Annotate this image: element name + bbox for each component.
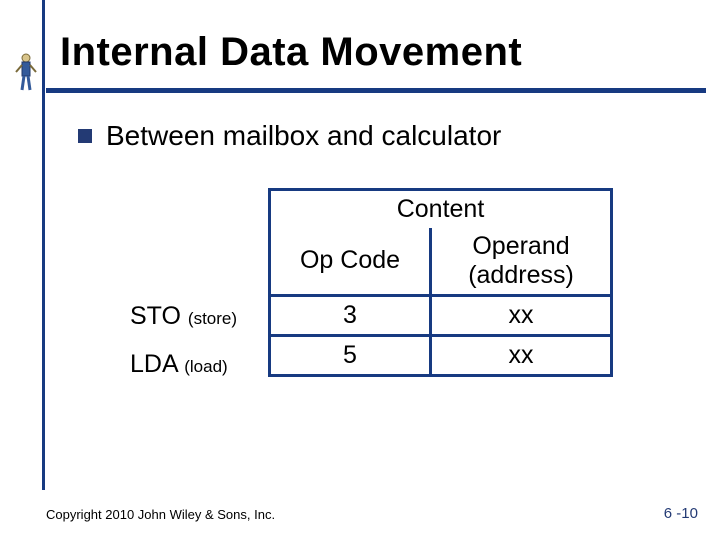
- table-header-content: Content: [270, 190, 612, 229]
- cell-opcode: 3: [270, 295, 431, 335]
- row-label-sto: STO (store): [130, 302, 237, 331]
- mnemonic-sub: (store): [188, 309, 237, 328]
- operand-label-1: Operand: [472, 232, 569, 260]
- table-header-operand: Operand (address): [431, 228, 612, 295]
- little-man-icon: [14, 52, 38, 92]
- cell-operand: xx: [431, 295, 612, 335]
- bullet-item: Between mailbox and calculator: [78, 120, 501, 152]
- mnemonic-sub: (load): [184, 357, 227, 376]
- cell-operand: xx: [431, 335, 612, 375]
- square-bullet-icon: [78, 129, 92, 143]
- footer-page-number: 6 -10: [664, 505, 698, 522]
- mnemonic: LDA: [130, 350, 177, 378]
- bullet-text: Between mailbox and calculator: [106, 120, 501, 152]
- row-label-lda: LDA (load): [130, 350, 228, 379]
- table-row: 5 xx: [270, 335, 612, 375]
- vertical-rule: [42, 0, 45, 490]
- instruction-table: Content Op Code Operand (address) 3 xx 5…: [268, 188, 613, 377]
- title-underline: [46, 88, 706, 93]
- table-row: 3 xx: [270, 295, 612, 335]
- page-title: Internal Data Movement: [60, 30, 522, 75]
- slide: Internal Data Movement Between mailbox a…: [0, 0, 720, 540]
- cell-opcode: 5: [270, 335, 431, 375]
- mnemonic: STO: [130, 302, 181, 330]
- operand-label-2: (address): [468, 261, 574, 289]
- table-header-opcode: Op Code: [270, 228, 431, 295]
- footer-copyright: Copyright 2010 John Wiley & Sons, Inc.: [46, 507, 275, 522]
